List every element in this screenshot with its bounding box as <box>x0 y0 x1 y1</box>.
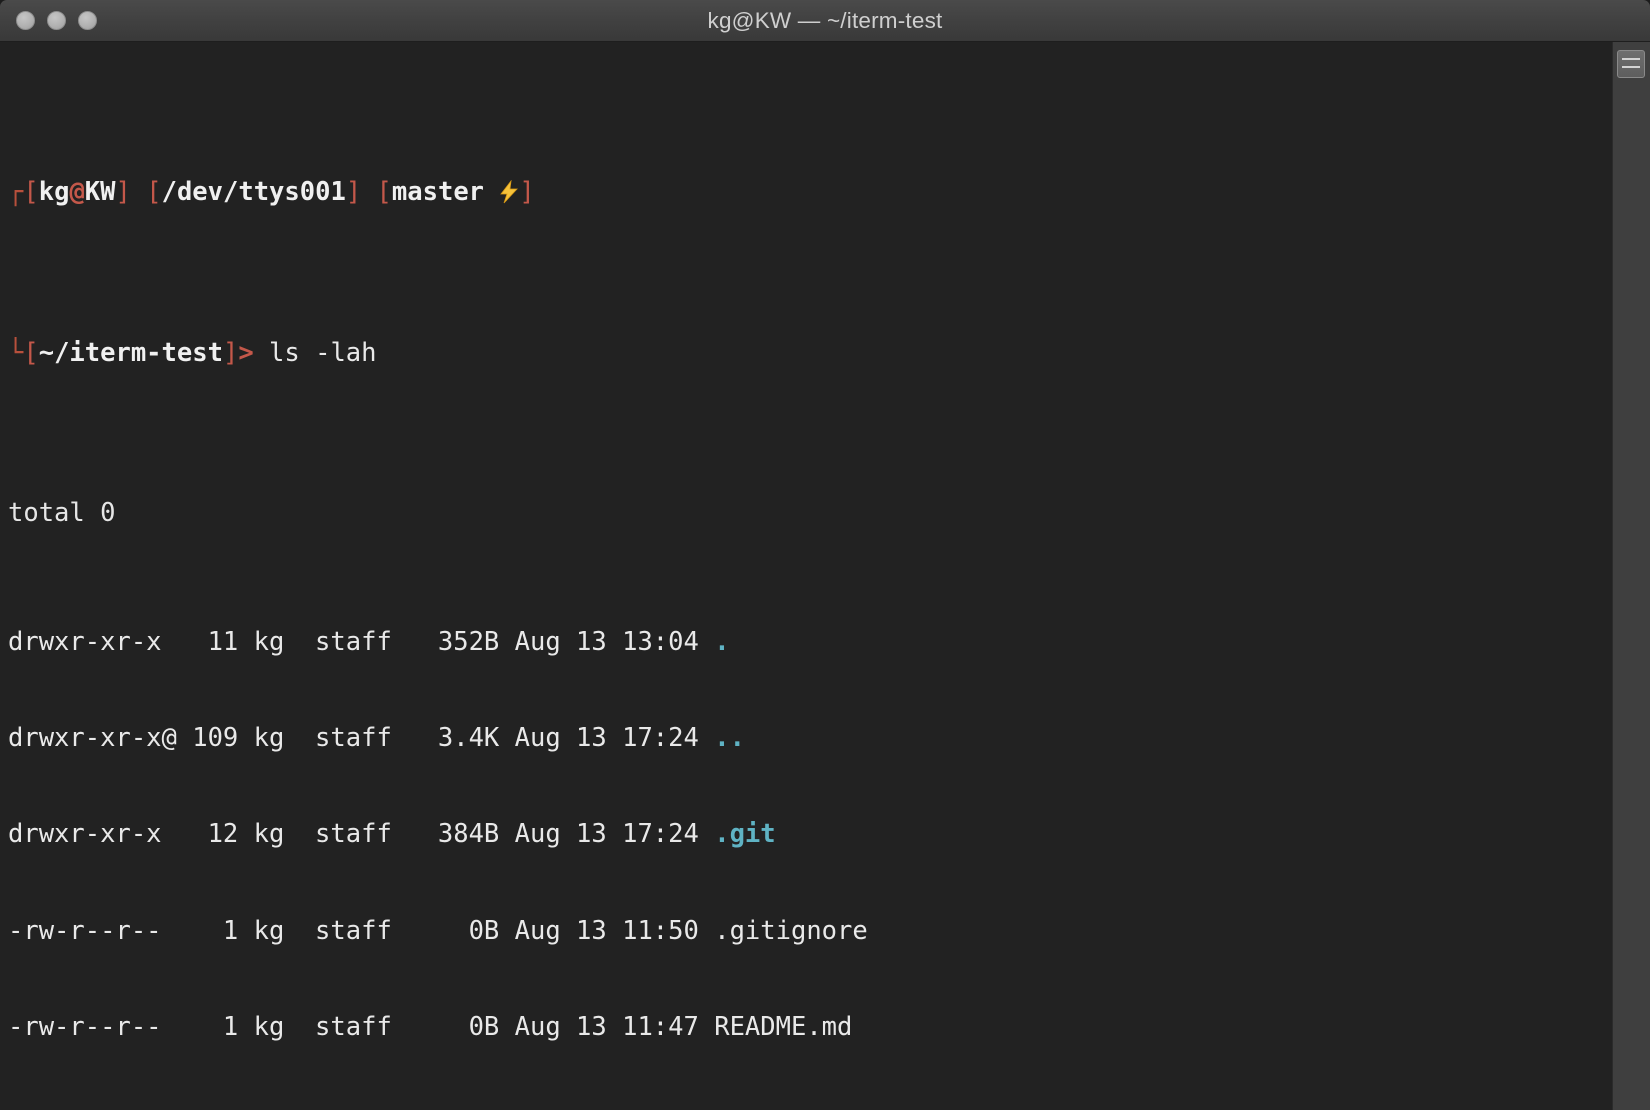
ls-row-name[interactable]: . <box>714 627 729 657</box>
ls-row: drwxr-xr-x 12 kg staff 384B Aug 13 17:24… <box>8 818 1612 850</box>
prompt-bracket-close-tty: ] <box>345 177 362 208</box>
ls-row-name[interactable]: README.md <box>714 1012 852 1042</box>
zoom-button[interactable] <box>78 11 97 30</box>
prompt-bracket-open: [ <box>23 177 39 208</box>
prompt-line-top-1: ┌[kg@KW] [/dev/ttys001] [master ] <box>8 176 1612 208</box>
ls-row-meta: drwxr-xr-x@ 109 kg staff 3.4K Aug 13 17:… <box>8 722 715 753</box>
prompt-bracket-close: ] <box>115 177 131 208</box>
prompt-host: KW <box>84 177 116 208</box>
ls-total-line: total 0 <box>8 498 116 529</box>
ls-row-name[interactable]: .gitignore <box>714 916 868 946</box>
ls-row-name[interactable]: .git <box>714 819 775 849</box>
prompt-corner-bottom: └ <box>8 337 24 368</box>
prompt-bracket-close-cwd: ] <box>222 337 239 368</box>
ls-row: drwxr-xr-x@ 109 kg staff 3.4K Aug 13 17:… <box>8 722 1612 754</box>
ls-row-name[interactable]: .. <box>714 723 745 753</box>
close-button[interactable] <box>16 11 35 30</box>
lightning-bolt-icon <box>499 179 519 206</box>
command-ls: ls -lah <box>269 337 377 368</box>
prompt-branch: master <box>391 177 485 208</box>
ls-row-meta: -rw-r--r-- 1 kg staff 0B Aug 13 11:47 <box>8 1011 715 1042</box>
prompt-user: kg <box>38 177 70 208</box>
terminal-text: ┌[kg@KW] [/dev/ttys001] [master ] └[~/it… <box>0 48 1612 1110</box>
vertical-scrollbar[interactable] <box>1612 42 1650 1110</box>
scrollbar-thumb[interactable] <box>1617 50 1645 78</box>
ls-row: drwxr-xr-x 11 kg staff 352B Aug 13 13:04… <box>8 626 1612 658</box>
prompt-bracket-open-branch: [ <box>376 177 392 208</box>
traffic-lights <box>16 0 97 41</box>
prompt-tty: /dev/ttys001 <box>161 177 346 208</box>
minimize-button[interactable] <box>47 11 66 30</box>
prompt-cwd: ~/iterm-test <box>38 337 223 368</box>
ls-row-meta: drwxr-xr-x 11 kg staff 352B Aug 13 13:04 <box>8 626 715 657</box>
ls-row: -rw-r--r-- 1 kg staff 0B Aug 13 11:50 .g… <box>8 915 1612 947</box>
prompt-corner-top: ┌ <box>8 177 24 208</box>
ls-row-meta: -rw-r--r-- 1 kg staff 0B Aug 13 11:50 <box>8 915 715 946</box>
prompt-line-bottom-1: └[~/iterm-test]> ls -lah <box>8 337 1612 369</box>
ls-row: -rw-r--r-- 1 kg staff 0B Aug 13 11:47 RE… <box>8 1011 1612 1043</box>
prompt-bracket-close-branch: ] <box>519 177 535 208</box>
terminal-body: ┌[kg@KW] [/dev/ttys001] [master ] └[~/it… <box>0 42 1650 1110</box>
terminal-window: kg@KW — ~/iterm-test ┌[kg@KW] [/dev/ttys… <box>0 0 1650 1110</box>
window-titlebar[interactable]: kg@KW — ~/iterm-test <box>0 0 1650 42</box>
prompt-arrow: > <box>238 337 254 368</box>
ls-row-meta: drwxr-xr-x 12 kg staff 384B Aug 13 17:24 <box>8 819 715 850</box>
terminal-screen[interactable]: ┌[kg@KW] [/dev/ttys001] [master ] └[~/it… <box>0 42 1612 1110</box>
prompt-bracket-open-cwd: [ <box>23 337 39 368</box>
window-title: kg@KW — ~/iterm-test <box>707 7 943 33</box>
prompt-at: @ <box>69 177 85 208</box>
prompt-bracket-open-tty: [ <box>146 177 162 208</box>
